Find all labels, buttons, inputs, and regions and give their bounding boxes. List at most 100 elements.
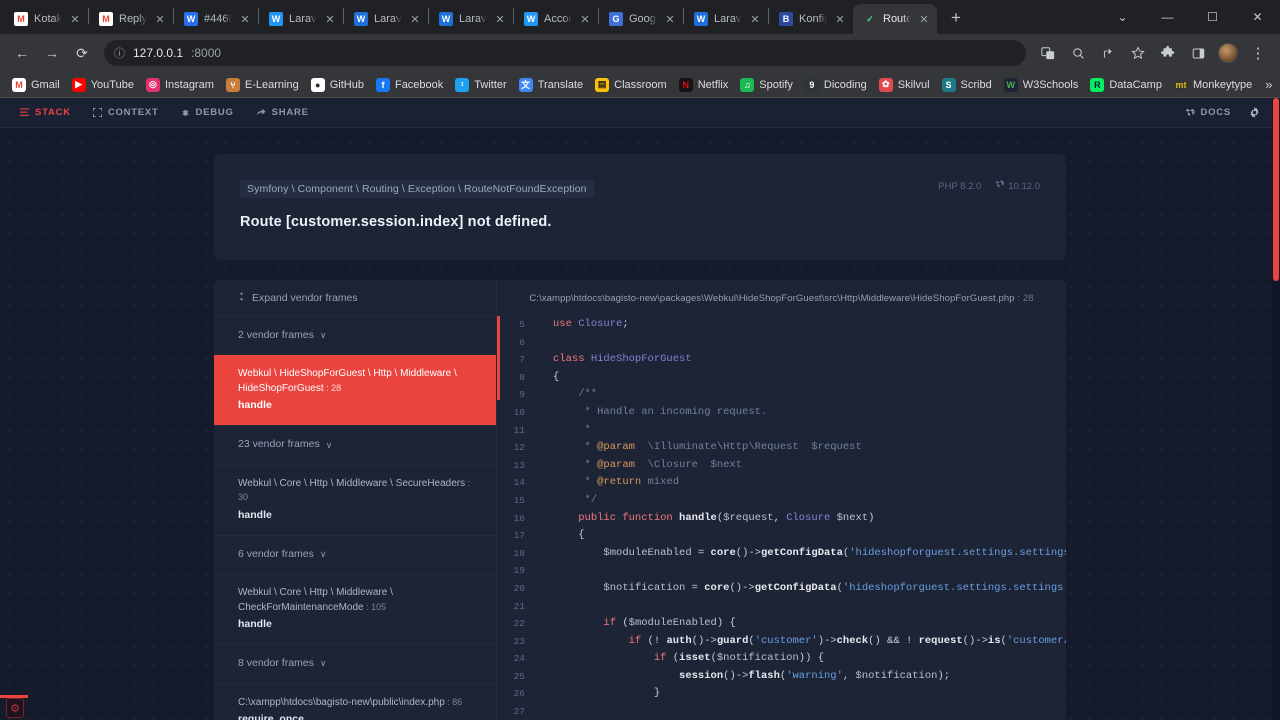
bookmark-item[interactable]: 文 Translate — [513, 75, 589, 95]
minimize-button[interactable]: — — [1145, 0, 1190, 34]
code-line-number: 16 — [513, 512, 525, 524]
vendor-frames-group[interactable]: 2 vendor frames ∨ — [214, 316, 496, 355]
docs-laravel-icon — [1185, 108, 1195, 117]
bookmark-item[interactable]: 9 Dicoding — [799, 75, 873, 95]
code-token: getConfigData — [754, 581, 837, 594]
bookmark-item[interactable]: ♫ Spotify — [734, 75, 799, 95]
tab-debug[interactable]: Debug — [181, 107, 234, 118]
code-token: 'customer/*' — [1006, 634, 1066, 647]
maximize-button[interactable]: ☐ — [1190, 0, 1235, 34]
bookmark-item[interactable]: f Facebook — [370, 75, 449, 95]
settings-button[interactable] — [1249, 107, 1260, 118]
bookmark-item[interactable]: ᵗ Twitter — [449, 75, 512, 95]
bookmark-item[interactable]: W W3Schools — [998, 75, 1085, 95]
tab-close-icon[interactable]: ✕ — [663, 12, 677, 26]
tab-share[interactable]: Share — [256, 107, 309, 118]
browser-tab[interactable]: B Konfigura ✕ — [769, 4, 853, 34]
laravel-version: 10.12.0 — [1008, 180, 1040, 192]
tab-close-icon[interactable]: ✕ — [917, 12, 931, 26]
tab-close-icon[interactable]: ✕ — [238, 12, 252, 26]
code-token: * Handle an incoming request. — [553, 405, 768, 418]
stack-frame[interactable]: Webkul \ Core \ Http \ Middleware \ Chec… — [214, 574, 496, 644]
vendor-frames-group[interactable]: 6 vendor frames ∨ — [214, 534, 496, 574]
code-line: 13 * @param \Closure $next — [497, 457, 1066, 475]
code-token: isset — [679, 652, 711, 665]
code-token: /** — [553, 388, 598, 401]
code-token: use — [553, 318, 579, 330]
code-token: $notification — [716, 652, 799, 665]
bookmark-item[interactable]: ● GitHub — [305, 75, 370, 95]
browser-tab[interactable]: W Laravel e ✕ — [684, 4, 768, 34]
browser-tab[interactable]: M Kotak Ma ✕ — [4, 4, 88, 34]
sidepanel-icon[interactable] — [1184, 39, 1212, 67]
extensions-puzzle-icon[interactable] — [1154, 39, 1182, 67]
browser-tab[interactable]: W Laravel e ✕ — [429, 4, 513, 34]
code-line-text: if (! auth()->guard('customer')->check()… — [539, 633, 1066, 651]
bookmark-item[interactable]: ◎ Instagram — [140, 75, 220, 95]
close-window-button[interactable]: ✕ — [1235, 0, 1280, 34]
tab-search-dropdown-icon[interactable]: ⌄ — [1100, 0, 1145, 34]
browser-tab[interactable]: ✓ Route [cu ✕ — [853, 4, 937, 34]
stack-frame[interactable]: Webkul \ Core \ Http \ Middleware \ Secu… — [214, 464, 496, 535]
forward-button[interactable]: → — [38, 39, 66, 67]
code-token: = — [691, 546, 711, 559]
new-tab-button[interactable]: + — [943, 5, 969, 31]
profile-avatar[interactable] — [1214, 39, 1242, 67]
bookmark-item[interactable]: ▶ YouTube — [66, 75, 140, 95]
browser-tab[interactable]: G Google T ✕ — [599, 4, 683, 34]
search-icon[interactable] — [1064, 39, 1092, 67]
tab-close-icon[interactable]: ✕ — [153, 12, 167, 26]
bookmark-star-icon[interactable] — [1124, 39, 1152, 67]
browser-tab[interactable]: W Laravel e ✕ — [259, 4, 343, 34]
bookmark-item[interactable]: S Scribd — [936, 75, 998, 95]
webkul-icon: W — [524, 12, 538, 26]
translate-icon[interactable] — [1034, 39, 1062, 67]
back-button[interactable]: ← — [8, 39, 36, 67]
menu-kebab-icon[interactable]: ⋮ — [1244, 39, 1272, 67]
tab-close-icon[interactable]: ✕ — [493, 12, 507, 26]
bookmarks-overflow-button[interactable]: » — [1259, 77, 1278, 92]
code-token: $moduleEnabled — [628, 617, 717, 630]
tab-close-icon[interactable]: ✕ — [323, 12, 337, 26]
bookmark-item[interactable]: ✿ Skilvul — [873, 75, 936, 95]
browser-tab[interactable]: W #446844 ✕ — [174, 4, 258, 34]
bookmark-item[interactable]: mt Monkeytype — [1168, 75, 1258, 95]
tab-close-icon[interactable]: ✕ — [578, 12, 592, 26]
vendor-frames-group[interactable]: 8 vendor frames ∨ — [214, 644, 496, 683]
tab-close-icon[interactable]: ✕ — [68, 12, 82, 26]
vendor-frames-group[interactable]: 23 vendor frames ∨ — [214, 425, 496, 464]
tab-stack[interactable]: Stack — [20, 107, 71, 118]
check-icon: ✓ — [866, 13, 874, 24]
bookmark-item[interactable]: N Netflix — [673, 75, 735, 95]
code-token: @param — [597, 458, 635, 471]
page-scrollbar-thumb[interactable] — [1273, 98, 1279, 281]
bookmark-favicon: ▤ — [595, 77, 610, 92]
bookmark-item[interactable]: M Gmail — [6, 75, 66, 95]
stack-frame[interactable]: C:\xampp\htdocs\bagisto-new\public\index… — [214, 683, 496, 720]
address-bar[interactable]: ⓘ 127.0.0.1 :8000 — [104, 40, 1026, 66]
code-line: 25 session()->flash('warning', $notifica… — [497, 668, 1066, 686]
browser-tab[interactable]: W Laravel e ✕ — [344, 4, 428, 34]
reload-button[interactable]: ⟳ — [68, 39, 96, 67]
docs-link[interactable]: Docs — [1185, 107, 1232, 118]
bookmark-item[interactable]: ▤ Classroom — [589, 75, 673, 95]
tab-close-icon[interactable]: ✕ — [833, 12, 847, 26]
share-icon[interactable] — [1094, 39, 1122, 67]
bookmark-item[interactable]: R DataCamp — [1084, 75, 1168, 95]
debugbar-toggle-icon[interactable]: ⚙ — [6, 698, 24, 718]
tab-close-icon[interactable]: ✕ — [408, 12, 422, 26]
code-token: auth — [666, 634, 692, 647]
bookmark-item[interactable]: ⑂ E-Learning — [220, 75, 305, 95]
code-file-path: C:\xampp\htdocs\bagisto-new\packages\Web… — [529, 292, 1034, 304]
stack-frame-selected[interactable]: Webkul \ HideShopForGuest \ Http \ Middl… — [214, 355, 496, 426]
code-token: () && ! — [868, 634, 919, 647]
browser-tab[interactable]: M Reply to ✕ — [89, 4, 173, 34]
code-token: ) { — [716, 617, 736, 630]
expand-vendor-frames-toggle[interactable]: Expand vendor frames — [214, 280, 496, 316]
browser-tab[interactable]: W Account ✕ — [514, 4, 598, 34]
tab-close-icon[interactable]: ✕ — [748, 12, 762, 26]
tab-context[interactable]: Context — [92, 107, 159, 118]
code-line-number: 18 — [513, 547, 525, 559]
browser-tab-title: #446844 — [204, 13, 232, 25]
page-scrollbar[interactable] — [1272, 98, 1280, 720]
